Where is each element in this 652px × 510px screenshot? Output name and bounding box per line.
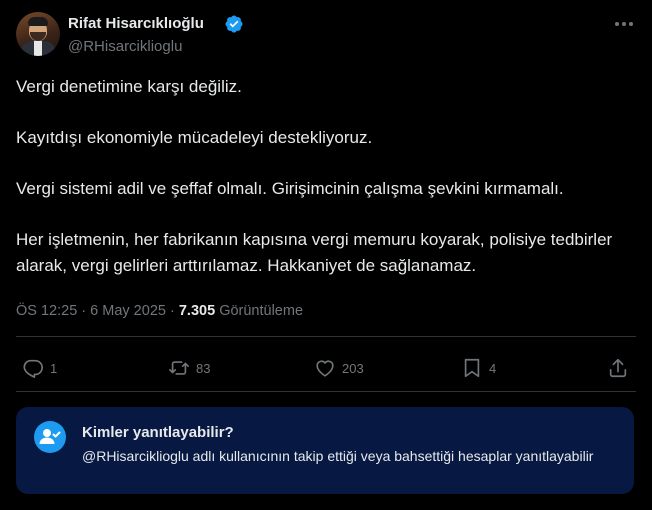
reply-restriction-badge <box>34 421 66 453</box>
bookmark-button[interactable]: 4 <box>461 356 496 380</box>
verified-badge-icon[interactable] <box>224 14 244 34</box>
meta-separator: · <box>169 303 175 319</box>
bookmark-icon <box>464 358 480 378</box>
tweet-date[interactable]: 6 May 2025 <box>90 303 166 319</box>
tweet-meta: ÖS 12:25 · 6 May 2025 · 7.305 Görüntülem… <box>16 303 303 319</box>
divider <box>16 336 636 337</box>
reply-count: 1 <box>50 360 58 376</box>
share-icon <box>609 358 627 378</box>
retweet-count: 83 <box>196 360 211 376</box>
bookmark-count: 4 <box>489 360 497 376</box>
reply-icon <box>23 359 43 378</box>
views-label: Görüntüleme <box>219 303 304 319</box>
tweet-paragraph: Her işletmenin, her fabrikanın kapısına … <box>16 230 613 275</box>
share-button[interactable] <box>607 356 629 380</box>
more-options-icon[interactable] <box>612 14 636 34</box>
views-count: 7.305 <box>178 303 216 319</box>
meta-separator: · <box>81 303 87 319</box>
user-check-icon <box>39 429 61 444</box>
tweet-paragraph: Vergi denetimine karşı değiliz. <box>16 77 242 96</box>
tweet-paragraph: Kayıtdışı ekonomiyle mücadeleyi destekli… <box>16 128 373 147</box>
author-name[interactable]: Rifat Hisarcıklıoğlu <box>68 15 204 32</box>
author-handle[interactable]: @RHisarciklioglu <box>68 38 182 55</box>
retweet-icon <box>169 361 189 375</box>
divider <box>16 391 636 392</box>
tweet-text: Vergi denetimine karşı değiliz. Kayıtdış… <box>16 74 636 304</box>
reply-restriction-title: Kimler yanıtlayabilir? <box>82 424 234 441</box>
reply-restriction-card: Kimler yanıtlayabilir? @RHisarciklioglu … <box>16 407 634 494</box>
tweet-time[interactable]: ÖS 12:25 <box>16 303 77 319</box>
like-button[interactable]: 203 <box>314 356 364 380</box>
like-count: 203 <box>342 360 364 376</box>
heart-icon <box>316 360 334 377</box>
reply-restriction-description: @RHisarciklioglu adlı kullanıcının takip… <box>82 448 594 464</box>
reply-button[interactable]: 1 <box>22 356 57 380</box>
avatar[interactable] <box>16 12 60 56</box>
tweet-paragraph: Vergi sistemi adil ve şeffaf olmalı. Gir… <box>16 179 564 198</box>
retweet-button[interactable]: 83 <box>168 356 210 380</box>
